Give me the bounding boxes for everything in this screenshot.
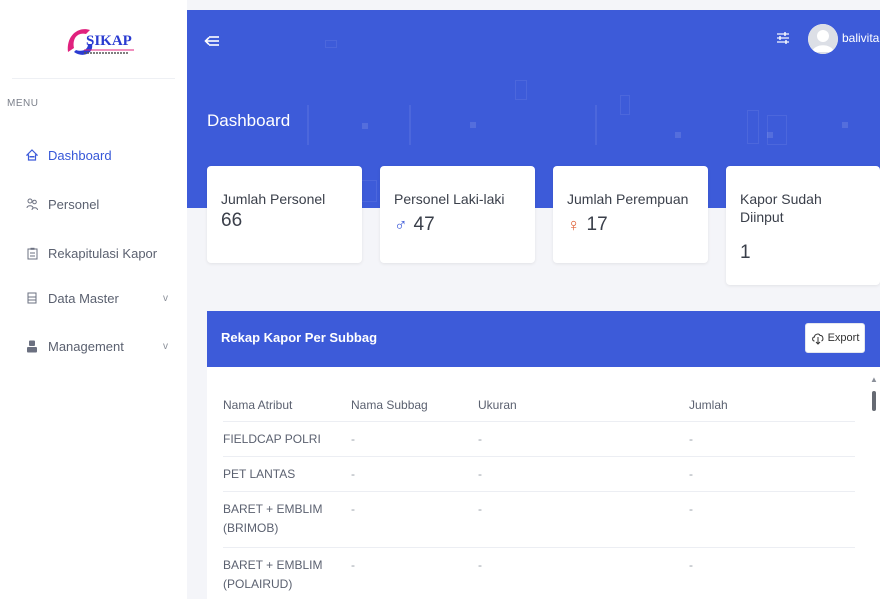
column-header[interactable]: Jumlah xyxy=(689,396,728,415)
table-cell: - xyxy=(351,467,355,481)
rekap-table: Nama Atribut Nama Subbag Ukuran Jumlah F… xyxy=(223,390,855,599)
export-label: Export xyxy=(827,332,860,344)
female-icon: ♀ xyxy=(567,214,581,235)
sliders-icon[interactable] xyxy=(776,31,790,45)
clipboard-icon xyxy=(26,246,38,260)
table-cell: - xyxy=(351,502,355,516)
sidebar-item-label: Dashboard xyxy=(48,147,112,163)
sidebar-item-rekapitulasi-kapor[interactable]: Rekapitulasi Kapor xyxy=(0,235,187,271)
column-header[interactable]: Nama Atribut xyxy=(223,396,343,415)
chevron-down-icon[interactable]: v xyxy=(163,341,168,352)
menu-label: MENU xyxy=(7,98,39,109)
chevron-down-icon[interactable]: v xyxy=(163,293,168,304)
sidebar-item-label: Personel xyxy=(48,196,100,212)
table-header-row: Nama Atribut Nama Subbag Ukuran Jumlah xyxy=(223,390,855,422)
users-icon xyxy=(26,197,38,211)
sidebar-item-label: Data Master xyxy=(48,290,119,306)
sidebar-item-dashboard[interactable]: Dashboard xyxy=(0,137,187,173)
stat-card-jumlah-perempuan: Jumlah Perempuan ♀ 17 xyxy=(553,166,708,263)
stat-value: 47 xyxy=(413,214,435,235)
scroll-thumb[interactable] xyxy=(872,391,876,411)
sidebar-item-management[interactable]: Management v xyxy=(0,328,187,364)
table-row: BARET + EMBLIM (POLAIRUD) - - - xyxy=(223,548,855,599)
stat-card-kapor-sudah-diinput: Kapor Sudah Diinput 1 xyxy=(726,166,880,285)
table-cell: - xyxy=(478,432,482,446)
table-cell: - xyxy=(478,558,482,572)
sidebar-item-label: Management xyxy=(48,338,124,354)
stat-card-personel-laki-laki: Personel Laki-laki ♂ 47 xyxy=(380,166,535,263)
app-logo[interactable]: SIKAP xyxy=(64,22,136,62)
stat-value: 1 xyxy=(740,242,751,263)
stat-card-jumlah-personel: Jumlah Personel 66 xyxy=(207,166,362,263)
rekap-kapor-panel: Rekap Kapor Per Subbag Export Nama Atrib… xyxy=(207,311,880,599)
table-cell: - xyxy=(689,467,693,481)
user-avatar-icon xyxy=(808,24,838,54)
stat-value: 17 xyxy=(586,214,608,235)
table-cell: - xyxy=(689,432,693,446)
user-icon xyxy=(26,339,38,353)
table-cell: FIELDCAP POLRI xyxy=(223,432,321,446)
column-header[interactable]: Nama Subbag xyxy=(351,396,428,415)
column-header[interactable]: Ukuran xyxy=(478,396,517,415)
user-name[interactable]: balivita xyxy=(842,31,879,45)
sidebar-item-personel[interactable]: Personel xyxy=(0,186,187,222)
table-row: FIELDCAP POLRI - - - xyxy=(223,422,855,457)
table-cell: BARET + EMBLIM (BRIMOB) xyxy=(223,502,323,535)
stat-value: 66 xyxy=(221,210,243,231)
table-cell: - xyxy=(689,558,693,572)
table-row: BARET + EMBLIM (BRIMOB) - - - xyxy=(223,492,855,548)
sidebar-item-data-master[interactable]: Data Master v xyxy=(0,280,187,316)
table-cell: - xyxy=(478,502,482,516)
vertical-scrollbar[interactable]: ▲ xyxy=(870,375,878,599)
sidebar: SIKAP MENU Dashboard Personel Rekapitula… xyxy=(0,0,187,599)
home-icon xyxy=(26,148,38,162)
logo-divider xyxy=(12,78,175,79)
sidebar-item-label: Rekapitulasi Kapor xyxy=(48,245,158,261)
avatar[interactable] xyxy=(808,24,838,54)
table-cell: PET LANTAS xyxy=(223,467,296,481)
table-cell: - xyxy=(351,432,355,446)
table-cell: - xyxy=(478,467,482,481)
sidebar-toggle-button[interactable] xyxy=(203,32,221,50)
table-cell: - xyxy=(351,558,355,572)
scroll-up-arrow-icon[interactable]: ▲ xyxy=(870,375,878,384)
male-icon: ♂ xyxy=(394,214,408,235)
table-row: PET LANTAS - - - xyxy=(223,457,855,492)
stat-label: Jumlah Personel xyxy=(221,191,326,207)
export-button[interactable]: Export xyxy=(805,323,865,353)
logo-text: SIKAP xyxy=(86,33,132,49)
panel-header: Rekap Kapor Per Subbag Export xyxy=(207,311,880,367)
page-title: Dashboard xyxy=(207,111,291,130)
table-cell: - xyxy=(689,502,693,516)
stat-label: Kapor Sudah Diinput xyxy=(740,191,822,225)
stat-label: Jumlah Perempuan xyxy=(567,191,689,207)
panel-title: Rekap Kapor Per Subbag xyxy=(221,330,378,345)
arrow-left-menu-icon xyxy=(204,36,219,46)
document-icon xyxy=(26,291,38,305)
table-cell: BARET + EMBLIM (POLAIRUD) xyxy=(223,558,323,591)
cloud-download-icon xyxy=(811,333,824,345)
stat-label: Personel Laki-laki xyxy=(394,191,505,207)
